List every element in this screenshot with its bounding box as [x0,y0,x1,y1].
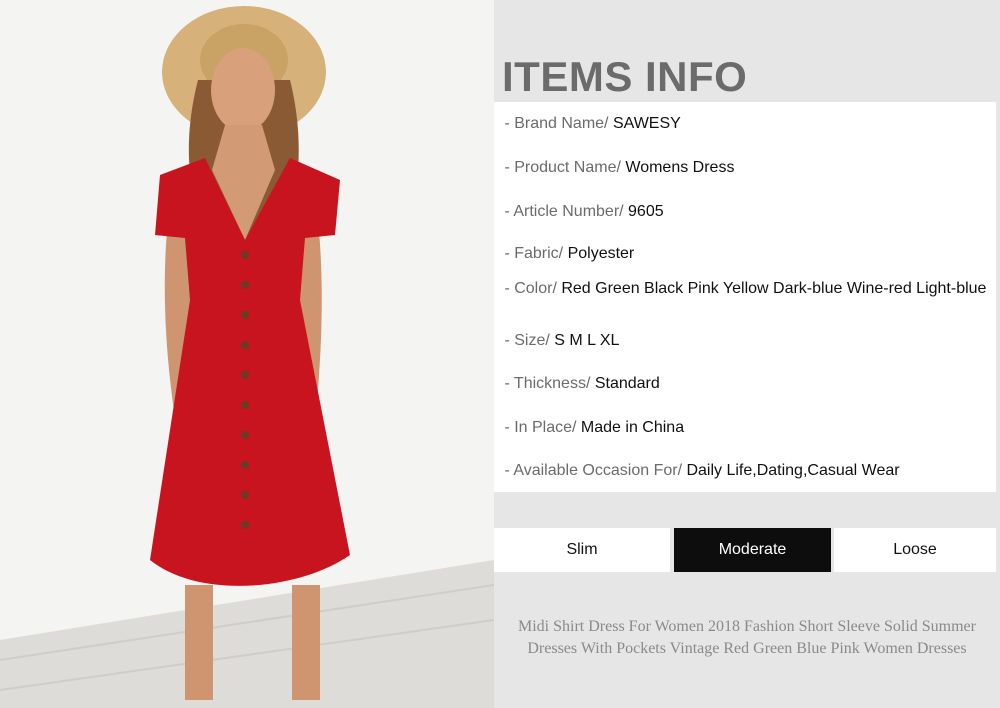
info-value: Made in China [580,419,685,436]
fit-option-moderate-selected[interactable]: Moderate [674,528,831,572]
items-info-panel: ITEMS INFO - Brand Name/ SAWESY - Produc… [494,0,1000,708]
info-label: - Available Occasion For/ [500,462,687,479]
info-label: - Product Name/ [500,159,626,176]
info-label: - Brand Name/ [500,115,613,132]
info-label: - Article Number/ [500,203,629,220]
model-illustration [0,0,494,708]
info-value: S M L XL [554,332,620,349]
info-row-brand: - Brand Name/ SAWESY [494,102,996,146]
info-row-occasion: - Available Occasion For/ Daily Life,Dat… [494,450,996,492]
info-label: - Color/ [500,280,562,297]
info-label: - Size/ [500,332,555,349]
info-row-in-place: - In Place/ Made in China [494,406,996,450]
info-row-article-number: - Article Number/ 9605 [494,190,996,234]
info-label: - Fabric/ [500,245,568,262]
info-label: - In Place/ [500,419,581,436]
info-value: Daily Life,Dating,Casual Wear [686,462,900,479]
info-value: Polyester [567,245,635,262]
info-row-fabric: - Fabric/ Polyester [494,234,996,274]
info-value: Womens Dress [625,159,735,176]
fit-option-slim[interactable]: Slim [494,528,670,572]
product-photo [0,0,494,708]
info-value: SAWESY [612,115,681,132]
info-value: Red Green Black Pink Yellow Dark-blue Wi… [561,280,987,297]
info-row-size: - Size/ S M L XL [494,320,996,362]
page-title: ITEMS INFO [502,53,748,100]
fit-option-loose[interactable]: Loose [834,528,996,572]
info-row-thickness: - Thickness/ Standard [494,362,996,406]
info-row-color: - Color/ Red Green Black Pink Yellow Dar… [494,274,996,320]
info-value: 9605 [628,203,664,220]
product-caption: Midi Shirt Dress For Women 2018 Fashion … [518,618,976,657]
info-value: Standard [594,375,660,392]
info-label: - Thickness/ [500,375,595,392]
info-row-product-name: - Product Name/ Womens Dress [494,146,996,190]
